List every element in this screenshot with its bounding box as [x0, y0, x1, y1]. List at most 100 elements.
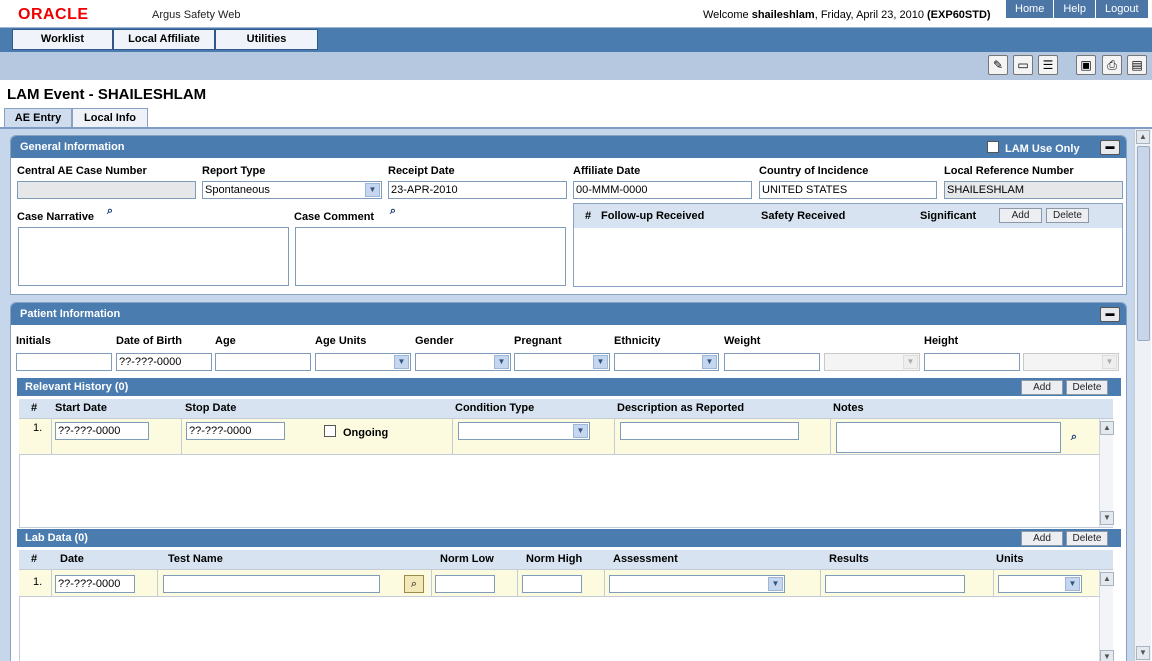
collapse-general-button[interactable]: ▬: [1100, 140, 1120, 155]
lab-delete-button[interactable]: Delete: [1066, 531, 1108, 546]
norm-low-field[interactable]: [435, 575, 495, 593]
history-add-button[interactable]: Add: [1021, 380, 1063, 395]
age-field[interactable]: [215, 353, 311, 371]
lab-date-field[interactable]: ??-???-0000: [55, 575, 135, 593]
chevron-down-icon: ▼: [1102, 355, 1117, 369]
binoculars-icon[interactable]: ⌕: [101, 203, 119, 219]
height-field[interactable]: [924, 353, 1020, 371]
general-information-section: General Information LAM Use Only ▬ Centr…: [10, 135, 1127, 295]
relevant-history-header: Relevant History (0): [17, 378, 1121, 396]
home-link[interactable]: Home: [1006, 0, 1055, 18]
binoculars-icon[interactable]: ⌕: [384, 203, 402, 219]
row-divider: [517, 570, 518, 597]
ongoing-label: Ongoing: [343, 427, 389, 439]
history-start-date-field[interactable]: ??-???-0000: [55, 422, 149, 440]
history-col-description: Description as Reported: [617, 402, 745, 414]
case-number-field[interactable]: [17, 181, 196, 199]
age-units-select[interactable]: ▼: [315, 353, 411, 371]
history-col-num: #: [31, 402, 38, 414]
pregnant-select[interactable]: ▼: [514, 353, 610, 371]
lam-use-only-label: LAM Use Only: [1005, 143, 1080, 155]
history-stop-date-field[interactable]: ??-???-0000: [186, 422, 285, 440]
ongoing-checkbox[interactable]: [324, 425, 336, 437]
menu-worklist[interactable]: Worklist: [12, 29, 113, 50]
lab-col-assessment: Assessment: [613, 553, 678, 565]
description-field[interactable]: [620, 422, 799, 440]
menu-utilities[interactable]: Utilities: [215, 29, 318, 50]
norm-high-field[interactable]: [522, 575, 582, 593]
history-scrollbar[interactable]: ▲ ▼: [1099, 419, 1114, 527]
history-delete-button[interactable]: Delete: [1066, 380, 1108, 395]
history-column-header: # Start Date Stop Date Condition Type De…: [19, 399, 1113, 418]
followup-col-num: #: [585, 210, 592, 222]
print-icon[interactable]: ⎙: [1102, 55, 1122, 75]
scroll-up-icon[interactable]: ▲: [1100, 421, 1114, 435]
tab-local-info[interactable]: Local Info: [72, 108, 148, 128]
lab-add-button[interactable]: Add: [1021, 531, 1063, 546]
page-scrollbar[interactable]: ▲ ▼: [1134, 129, 1151, 661]
chevron-down-icon: ▼: [394, 355, 409, 369]
history-col-stop: Stop Date: [185, 402, 237, 414]
case-comment-textarea[interactable]: [295, 227, 566, 286]
local-reference-field[interactable]: SHAILESHLAM: [944, 181, 1123, 199]
initials-field[interactable]: [16, 353, 112, 371]
receipt-date-label: Receipt Date: [388, 165, 455, 177]
notes-textarea[interactable]: [836, 422, 1061, 453]
tab-ae-entry[interactable]: AE Entry: [4, 108, 72, 128]
followup-add-button[interactable]: Add: [999, 208, 1042, 223]
page-title: LAM Event - SHAILESHLAM: [7, 86, 207, 103]
results-field[interactable]: [825, 575, 965, 593]
folder-lock-icon[interactable]: ▣: [1076, 55, 1096, 75]
height-label: Height: [924, 335, 959, 347]
receipt-date-field[interactable]: 23-APR-2010: [388, 181, 567, 199]
server-name: (EXP60STD): [927, 9, 991, 21]
case-narrative-textarea[interactable]: [18, 227, 289, 286]
new-document-icon[interactable]: ✎: [988, 55, 1008, 75]
gender-select[interactable]: ▼: [415, 353, 511, 371]
followup-delete-button[interactable]: Delete: [1046, 208, 1089, 223]
report-type-select[interactable]: Spontaneous ▼: [202, 181, 382, 199]
lab-col-date: Date: [60, 553, 84, 565]
pregnant-label: Pregnant: [514, 335, 562, 347]
weight-field[interactable]: [724, 353, 820, 371]
chevron-down-icon: ▼: [494, 355, 509, 369]
condition-type-select[interactable]: ▼: [458, 422, 590, 440]
table-row: 1. ??-???-0000 ??-???-0000 Ongoing ▼ ⌕: [19, 418, 1113, 455]
affiliate-date-field[interactable]: 00-MMM-0000: [573, 181, 752, 199]
height-units-select: ▼: [1023, 353, 1119, 371]
history-row-number: 1.: [33, 422, 43, 434]
list-icon[interactable]: ☰: [1038, 55, 1058, 75]
collapse-patient-button[interactable]: ▬: [1100, 307, 1120, 322]
scroll-down-icon[interactable]: ▼: [1136, 646, 1150, 660]
scroll-up-icon[interactable]: ▲: [1100, 572, 1114, 586]
menu-local-affiliate[interactable]: Local Affiliate: [113, 29, 215, 50]
logout-link[interactable]: Logout: [1096, 0, 1149, 18]
table-row: 1. ??-???-0000 ⌕ ▼ ▼: [19, 569, 1113, 597]
test-name-field[interactable]: [163, 575, 380, 593]
ethnicity-select[interactable]: ▼: [614, 353, 719, 371]
country-field[interactable]: UNITED STATES: [759, 181, 937, 199]
lam-use-only-checkbox[interactable]: [987, 141, 999, 153]
assessment-select[interactable]: ▼: [609, 575, 785, 593]
history-col-start: Start Date: [55, 402, 107, 414]
initials-label: Initials: [16, 335, 51, 347]
row-divider: [181, 419, 182, 455]
help-link[interactable]: Help: [1054, 0, 1096, 18]
dob-label: Date of Birth: [116, 335, 182, 347]
case-narrative-label: Case Narrative: [17, 211, 95, 223]
dob-field[interactable]: ??-???-0000: [116, 353, 212, 371]
scroll-down-icon[interactable]: ▼: [1100, 650, 1114, 661]
scroll-thumb[interactable]: [1137, 146, 1150, 341]
row-divider: [614, 419, 615, 455]
current-date: , Friday, April 23, 2010: [814, 9, 924, 21]
save-icon[interactable]: ▤: [1127, 55, 1147, 75]
scroll-up-icon[interactable]: ▲: [1136, 130, 1150, 144]
lab-col-results: Results: [829, 553, 869, 565]
binoculars-icon[interactable]: ⌕: [1065, 429, 1083, 445]
welcome-text: Welcome shaileshlam, Friday, April 23, 2…: [703, 9, 991, 21]
open-folder-icon[interactable]: ▭: [1013, 55, 1033, 75]
units-select[interactable]: ▼: [998, 575, 1082, 593]
search-icon[interactable]: ⌕: [404, 575, 424, 593]
scroll-down-icon[interactable]: ▼: [1100, 511, 1114, 525]
lab-scrollbar[interactable]: ▲ ▼: [1099, 570, 1114, 661]
